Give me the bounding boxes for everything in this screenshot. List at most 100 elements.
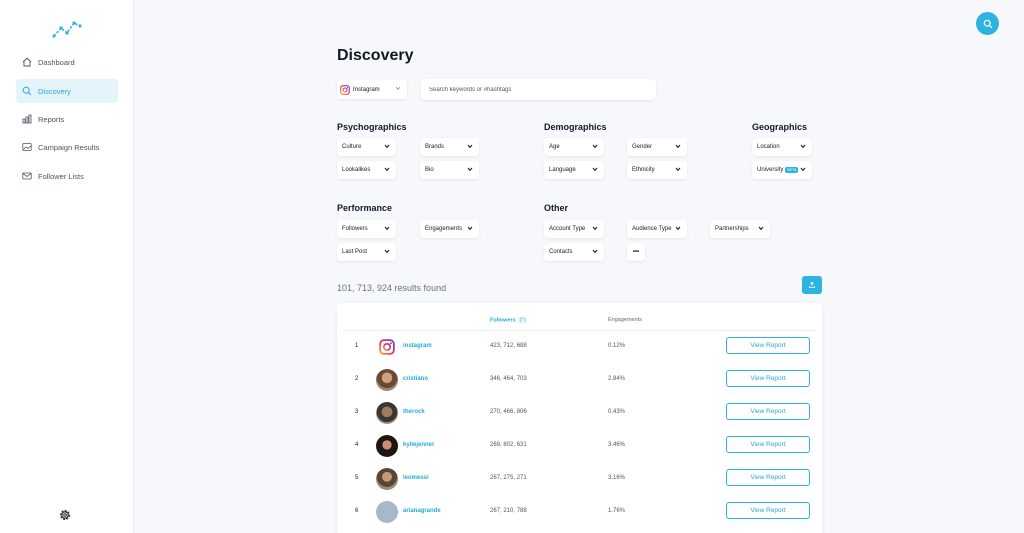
sidebar-item-label: Reports — [38, 114, 65, 124]
filter-lookalikes[interactable]: Lookalikes — [337, 161, 396, 179]
filter-location[interactable]: Location — [752, 138, 812, 156]
filter-label: Language — [549, 167, 576, 173]
chevron-down-icon — [592, 226, 598, 231]
avatar[interactable] — [376, 336, 398, 358]
chevron-down-icon — [467, 226, 473, 231]
chevron-down-icon — [800, 167, 806, 172]
sidebar-item-follower-lists[interactable]: Follower Lists — [16, 164, 118, 188]
more-filters-button[interactable]: ••• — [627, 243, 645, 261]
avatar[interactable] — [376, 369, 398, 391]
profile-handle[interactable]: arianagrande — [403, 508, 441, 514]
rank: 2 — [355, 376, 359, 382]
chevron-down-icon — [675, 226, 681, 231]
table-row: 1 instagram 423, 712, 688 0.12% View Rep… — [337, 332, 822, 362]
global-search-button[interactable] — [976, 12, 999, 35]
chevron-down-icon — [675, 144, 681, 149]
table-row: 6 arianagrande 267, 210, 788 1.76% View … — [337, 497, 822, 527]
filter-audience-type[interactable]: Audience Type — [627, 220, 687, 238]
sidebar-item-reports[interactable]: Reports — [16, 107, 118, 131]
sidebar-item-label: Dashboard — [38, 57, 75, 67]
filter-label: University — [757, 167, 784, 173]
sidebar-item-dashboard[interactable]: Dashboard — [16, 50, 118, 74]
column-header-label: Followers — [490, 317, 516, 324]
filter-partnerships[interactable]: Partnerships — [710, 220, 770, 238]
rank: 5 — [355, 475, 359, 481]
table-row: 4 kyliejenner 269, 802, 631 3.46% View R… — [337, 431, 822, 461]
profile-handle[interactable]: leomessi — [403, 475, 429, 481]
view-report-button[interactable]: View Report — [726, 370, 810, 387]
profile-handle[interactable]: cristiano — [403, 376, 428, 382]
filter-label: Lookalikes — [342, 167, 371, 173]
results-table: Followers Engagements 1 instagram 423, 7… — [337, 303, 822, 533]
filter-ethnicity[interactable]: Ethnicity — [627, 161, 687, 179]
filter-last-post[interactable]: Last Post — [337, 243, 396, 261]
sidebar-item-label: Discovery — [38, 86, 71, 96]
filter-followers[interactable]: Followers — [337, 220, 396, 238]
sort-icon — [519, 317, 526, 323]
filter-contacts[interactable]: Contacts — [544, 243, 604, 261]
instagram-icon — [340, 84, 350, 95]
filter-culture[interactable]: Culture — [337, 138, 396, 156]
filter-label: Age — [549, 144, 560, 150]
filter-university[interactable]: University BETA — [752, 161, 812, 179]
home-icon — [22, 57, 32, 67]
profile-handle[interactable]: instagram — [403, 343, 432, 349]
filter-label: Partnerships — [715, 226, 749, 232]
results-count: 101, 713, 924 results found — [337, 283, 447, 293]
filter-engagements[interactable]: Engagements — [420, 220, 479, 238]
view-report-button[interactable]: View Report — [726, 502, 810, 519]
followers-count: 270, 466, 806 — [490, 409, 527, 415]
column-header-followers[interactable]: Followers — [490, 317, 526, 323]
avatar[interactable] — [376, 501, 398, 523]
filter-gender[interactable]: Gender — [627, 138, 687, 156]
platform-select[interactable]: Instagram — [337, 80, 407, 99]
column-header-engagements[interactable]: Engagements — [608, 317, 642, 323]
filter-label: Followers — [342, 226, 368, 232]
section-title-other: Other — [544, 203, 569, 213]
export-button[interactable] — [802, 276, 822, 294]
profile-handle[interactable]: kyliejenner — [403, 442, 434, 448]
filter-label: Brands — [425, 144, 445, 150]
chevron-down-icon — [395, 86, 401, 91]
view-report-button[interactable]: View Report — [726, 436, 810, 453]
search-icon — [983, 19, 992, 28]
filter-language[interactable]: Language — [544, 161, 604, 179]
chevron-down-icon — [384, 144, 390, 149]
filter-brands[interactable]: Brands — [420, 138, 479, 156]
chevron-down-icon — [384, 226, 390, 231]
chevron-down-icon — [384, 167, 390, 172]
followers-count: 269, 802, 631 — [490, 442, 527, 448]
chevron-down-icon — [592, 144, 598, 149]
followers-count: 346, 464, 703 — [490, 376, 527, 382]
sidebar-item-campaign-results[interactable]: Campaign Results — [16, 135, 118, 159]
view-report-button[interactable]: View Report — [726, 403, 810, 420]
chevron-down-icon — [467, 167, 473, 172]
avatar[interactable] — [376, 435, 398, 457]
filter-account-type[interactable]: Account Type — [544, 220, 604, 238]
gear-icon[interactable] — [58, 508, 72, 522]
filter-label: Engagements — [425, 226, 463, 232]
rank: 6 — [355, 508, 359, 514]
app-logo[interactable] — [52, 20, 82, 40]
profile-handle[interactable]: therock — [403, 409, 425, 415]
filter-age[interactable]: Age — [544, 138, 604, 156]
avatar[interactable] — [376, 402, 398, 424]
filter-bio[interactable]: Bio — [420, 161, 479, 179]
avatar[interactable] — [376, 468, 398, 490]
table-divider — [343, 330, 816, 331]
filter-label: Account Type — [549, 226, 586, 232]
sidebar-item-label: Follower Lists — [38, 171, 84, 181]
followers-count: 267, 275, 271 — [490, 475, 527, 481]
instagram-icon — [379, 339, 395, 355]
platform-select-label: Instagram — [353, 86, 380, 93]
filter-label: Bio — [425, 167, 434, 173]
filter-label: Audience Type — [632, 226, 672, 232]
view-report-button[interactable]: View Report — [726, 469, 810, 486]
search-icon — [22, 86, 32, 96]
search-input[interactable] — [421, 79, 656, 100]
sidebar-item-discovery[interactable]: Discovery — [16, 79, 118, 103]
engagement-rate: 3.16% — [608, 475, 626, 481]
filter-label: Last Post — [342, 249, 368, 255]
filter-label: Culture — [342, 144, 362, 150]
view-report-button[interactable]: View Report — [726, 337, 810, 354]
